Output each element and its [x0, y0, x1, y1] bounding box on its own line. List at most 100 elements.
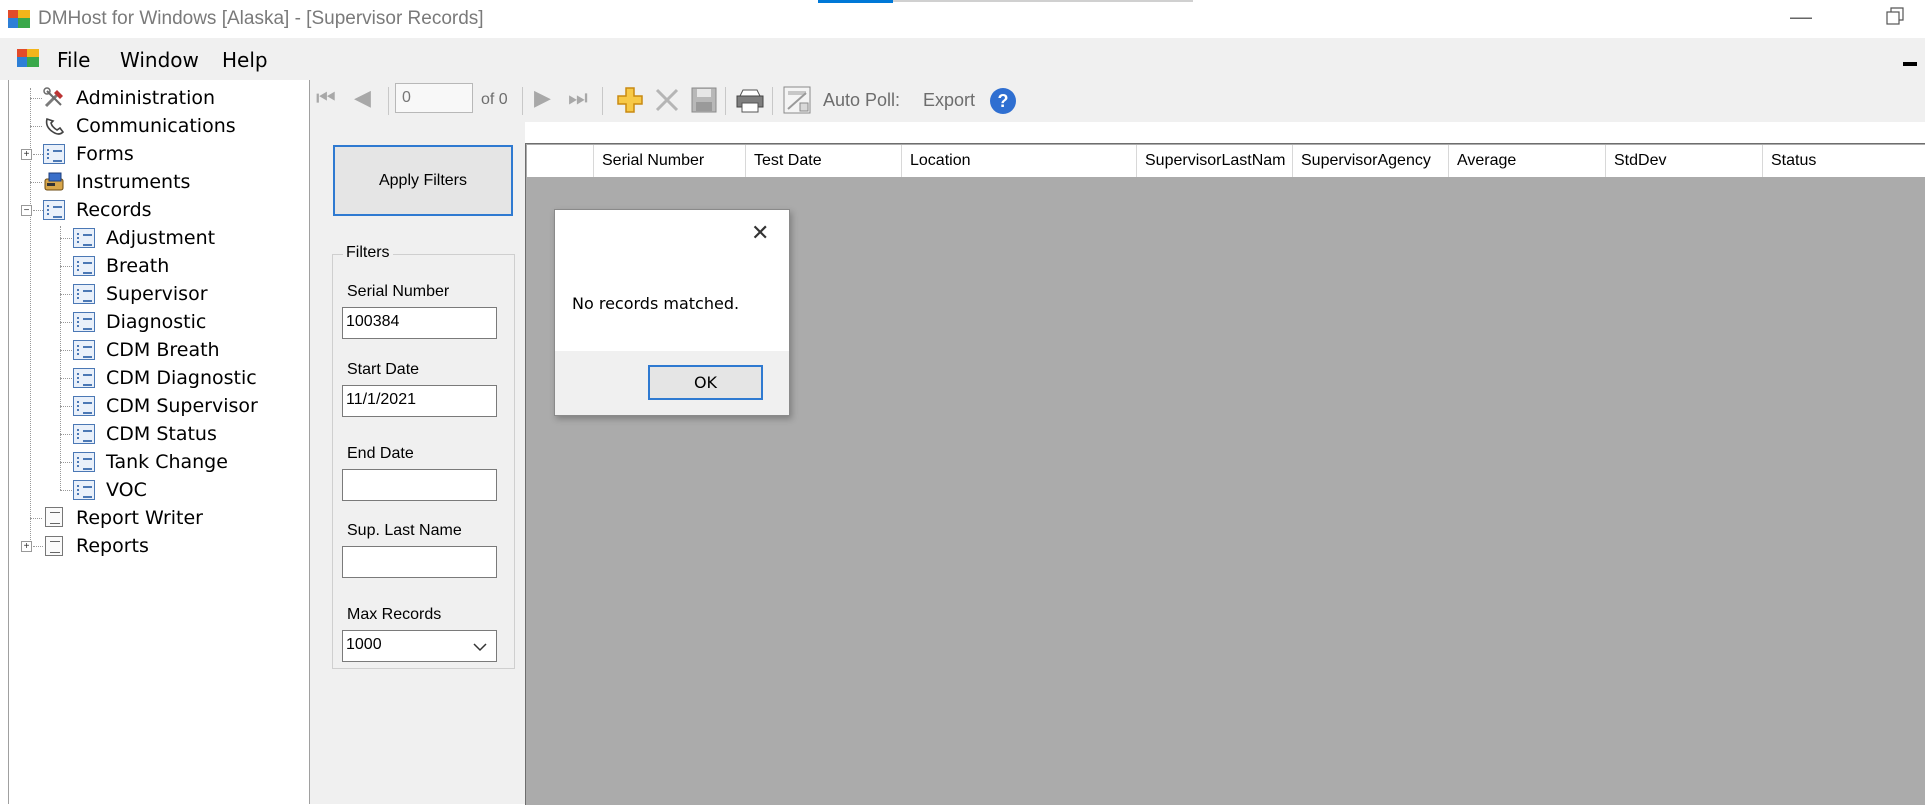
- tree-item-diagnostic[interactable]: Diagnostic: [106, 311, 206, 333]
- column-header-average[interactable]: Average: [1448, 145, 1605, 177]
- tree-item-administration[interactable]: Administration: [76, 87, 215, 109]
- instrument-icon: [43, 171, 65, 191]
- tree-line: [60, 294, 72, 295]
- focus-indicator: [818, 0, 893, 3]
- previous-record-icon[interactable]: ◀: [354, 85, 371, 111]
- form-icon: [73, 256, 95, 276]
- expand-icon[interactable]: +: [21, 541, 32, 552]
- toolbar-separator: [772, 87, 773, 115]
- max-records-select[interactable]: 1000: [342, 630, 497, 662]
- menu-help[interactable]: Help: [222, 48, 268, 72]
- tools-icon: [43, 87, 65, 108]
- column-header-status[interactable]: Status: [1762, 145, 1919, 177]
- column-header-supervisor-agency[interactable]: SupervisorAgency: [1292, 145, 1448, 177]
- form-icon: [73, 424, 95, 444]
- print-icon[interactable]: [735, 86, 765, 119]
- column-header-stddev[interactable]: StdDev: [1605, 145, 1762, 177]
- column-header-test-date[interactable]: Test Date: [745, 145, 901, 177]
- tree-line: [33, 154, 43, 155]
- serial-number-label: Serial Number: [347, 283, 450, 300]
- toolbar-separator: [522, 87, 523, 115]
- form-icon: [73, 396, 95, 416]
- column-header-supervisor-last-name[interactable]: SupervisorLastNam: [1136, 145, 1292, 177]
- form-icon: [73, 340, 95, 360]
- tree-item-instruments[interactable]: Instruments: [76, 171, 190, 193]
- add-record-icon[interactable]: [616, 86, 644, 119]
- tree-item-cdm-supervisor[interactable]: CDM Supervisor: [106, 395, 258, 417]
- report-icon: [45, 507, 63, 527]
- tree-line: [60, 350, 72, 351]
- tree-item-communications[interactable]: Communications: [76, 115, 236, 137]
- tree-item-cdm-breath[interactable]: CDM Breath: [106, 339, 220, 361]
- last-record-icon[interactable]: ⏭: [568, 85, 588, 111]
- end-date-input[interactable]: [342, 469, 497, 501]
- minimize-button[interactable]: —: [1790, 4, 1812, 30]
- tree-line: [33, 546, 43, 547]
- help-icon[interactable]: ?: [990, 88, 1016, 114]
- tree-item-report-writer[interactable]: Report Writer: [76, 507, 203, 529]
- collapse-icon[interactable]: −: [21, 205, 32, 216]
- menu-window[interactable]: Window: [120, 48, 199, 72]
- serial-number-input[interactable]: 100384: [342, 307, 497, 339]
- delete-record-icon[interactable]: [653, 86, 681, 119]
- tree-item-voc[interactable]: VOC: [106, 479, 147, 501]
- auto-poll-icon[interactable]: [782, 85, 812, 120]
- menu-file[interactable]: File: [57, 48, 90, 72]
- tree-item-supervisor[interactable]: Supervisor: [106, 283, 208, 305]
- form-icon: [43, 144, 65, 164]
- tree-item-cdm-diagnostic[interactable]: CDM Diagnostic: [106, 367, 257, 389]
- next-record-icon[interactable]: ▶: [534, 85, 551, 111]
- record-count-label: of 0: [481, 91, 508, 108]
- end-date-label: End Date: [347, 445, 414, 462]
- tree-line: [30, 126, 42, 127]
- form-icon: [73, 228, 95, 248]
- column-header-location[interactable]: Location: [901, 145, 1136, 177]
- restore-icon: [1886, 7, 1904, 25]
- toolbar-separator: [602, 87, 603, 115]
- export-button[interactable]: Export: [923, 90, 975, 111]
- form-icon: [73, 312, 95, 332]
- ok-button[interactable]: OK: [648, 365, 763, 400]
- navigator-toolbar: [310, 80, 1925, 122]
- row-header-column[interactable]: [527, 145, 593, 177]
- tree-item-records[interactable]: Records: [76, 199, 152, 221]
- title-divider: [893, 0, 1193, 2]
- start-date-label: Start Date: [347, 361, 420, 378]
- toolbar-separator: [388, 87, 389, 115]
- window-title: DMHost for Windows [Alaska] - [Superviso…: [38, 8, 484, 29]
- dialog-message: No records matched.: [572, 294, 740, 313]
- column-header-serial-number[interactable]: Serial Number: [593, 145, 745, 177]
- expand-icon[interactable]: +: [21, 149, 32, 160]
- mdi-app-icon[interactable]: [17, 49, 39, 67]
- start-date-input[interactable]: 11/1/2021: [342, 385, 497, 417]
- record-position-input[interactable]: 0: [395, 83, 473, 113]
- form-icon: [73, 480, 95, 500]
- phone-icon: [43, 115, 65, 135]
- tree-item-forms[interactable]: Forms: [76, 143, 134, 165]
- filters-group-label: Filters: [343, 244, 393, 262]
- tree-line: [60, 266, 72, 267]
- mdi-minimize-button[interactable]: [1903, 62, 1917, 66]
- menu-bar: [0, 38, 1925, 80]
- sup-last-name-input[interactable]: [342, 546, 497, 578]
- restore-button[interactable]: [1884, 5, 1906, 29]
- first-record-icon[interactable]: ⏮: [316, 85, 336, 111]
- tree-item-breath[interactable]: Breath: [106, 255, 169, 277]
- auto-poll-label[interactable]: Auto Poll:: [823, 90, 900, 111]
- toolbar-separator: [725, 87, 726, 115]
- tree-item-tank-change[interactable]: Tank Change: [106, 451, 228, 473]
- tree-line: [60, 434, 72, 435]
- form-icon: [73, 368, 95, 388]
- apply-filters-button[interactable]: Apply Filters: [333, 145, 513, 216]
- tree-item-adjustment[interactable]: Adjustment: [106, 227, 215, 249]
- dialog-close-icon[interactable]: ✕: [751, 220, 769, 246]
- tree-item-cdm-status[interactable]: CDM Status: [106, 423, 217, 445]
- max-records-label: Max Records: [347, 606, 442, 623]
- tree-line: [30, 182, 42, 183]
- save-icon[interactable]: [690, 86, 718, 119]
- tree-line: [60, 238, 72, 239]
- tree-item-reports[interactable]: Reports: [76, 535, 149, 557]
- chevron-down-icon: [473, 643, 487, 652]
- tree-line: [33, 210, 43, 211]
- tree-line: [60, 322, 72, 323]
